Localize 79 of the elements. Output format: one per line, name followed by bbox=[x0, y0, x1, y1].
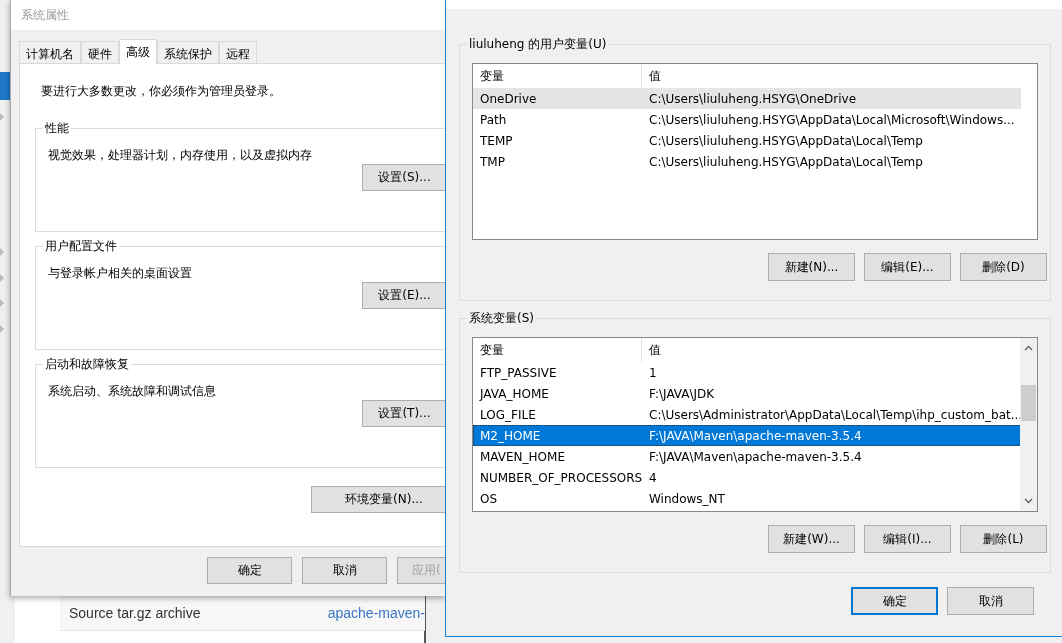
variable-button[interactable]: 新建(W)... bbox=[768, 525, 855, 553]
variable-row[interactable]: Path C:\Users\liuluheng.HSYG\AppData\Local\Microsoft\Windows... bbox=[473, 109, 1021, 130]
dialog-button[interactable]: 取消 bbox=[302, 557, 387, 584]
variable-button[interactable]: 新建(N)... bbox=[768, 253, 855, 281]
column-header[interactable]: 值 bbox=[642, 338, 1021, 362]
variable-name: LOG_FILE bbox=[479, 407, 537, 422]
group-title: liuluheng 的用户变量(U) bbox=[468, 36, 608, 53]
variable-row[interactable]: OneDrive C:\Users\liuluheng.HSYG\OneDrive bbox=[473, 88, 1021, 109]
variable-row[interactable]: JAVA_HOME F:\JAVA\JDK bbox=[473, 383, 1021, 404]
variable-button[interactable]: 编辑(E)... bbox=[864, 253, 951, 281]
tab[interactable]: 高级 bbox=[119, 39, 157, 64]
scroll-up-icon[interactable] bbox=[1024, 345, 1033, 351]
expand-arrow-icon[interactable] bbox=[0, 299, 4, 307]
variable-list[interactable] bbox=[472, 63, 1038, 240]
expand-arrow-icon[interactable] bbox=[0, 325, 4, 333]
variable-name: Path bbox=[479, 112, 508, 127]
group-title: 启动和故障恢复 bbox=[44, 356, 130, 373]
window-title: 系统属性 bbox=[21, 6, 69, 24]
variable-name: NUMBER_OF_PROCESSORS bbox=[479, 470, 642, 485]
variable-value: C:\Users\liuluheng.HSYG\AppData\Local\Temp bbox=[648, 154, 924, 169]
variable-value: 1 bbox=[648, 365, 658, 380]
variable-name: JAVA_HOME bbox=[478, 386, 550, 401]
variable-value: C:\Users\liuluheng.HSYG\AppData\Local\Temp bbox=[648, 133, 924, 148]
variable-value: Windows_NT bbox=[648, 491, 726, 506]
dialog-button[interactable]: 取消 bbox=[947, 587, 1034, 615]
scrollbar-thumb[interactable] bbox=[1021, 385, 1036, 421]
settings-button[interactable]: 设置(E)... bbox=[362, 282, 446, 309]
tab[interactable]: 计算机名 bbox=[19, 41, 81, 63]
variable-name: MAVEN_HOME bbox=[479, 449, 566, 464]
variable-name: OS bbox=[479, 491, 499, 506]
tab[interactable]: 远程 bbox=[219, 41, 257, 63]
group-description: 系统启动、系统故障和调试信息 bbox=[48, 383, 217, 400]
variable-row[interactable]: OS Windows_NT bbox=[473, 488, 1021, 509]
column-header[interactable]: 值 bbox=[642, 64, 1021, 88]
variable-value: C:\Users\liuluheng.HSYG\OneDrive bbox=[648, 91, 858, 106]
expand-arrow-icon[interactable] bbox=[0, 248, 4, 256]
variable-value: C:\Users\liuluheng.HSYG\AppData\Local\Microsoft\Windows... bbox=[648, 112, 1016, 127]
variable-row[interactable]: TEMP C:\Users\liuluheng.HSYG\AppData\Local\Temp bbox=[473, 130, 1021, 151]
variable-name: OneDrive bbox=[479, 91, 538, 106]
variable-value: F:\JAVA\JDK bbox=[648, 386, 716, 401]
variable-name: TEMP bbox=[479, 133, 514, 148]
settings-button[interactable]: 设置(T)... bbox=[362, 400, 446, 427]
dialog-button[interactable]: 确定 bbox=[851, 587, 938, 615]
sidebar-highlight bbox=[0, 72, 10, 100]
variable-button[interactable]: 删除(L) bbox=[960, 525, 1047, 553]
group-title: 用户配置文件 bbox=[44, 238, 118, 255]
tab[interactable]: 硬件 bbox=[81, 41, 119, 63]
group-title: 性能 bbox=[44, 120, 70, 137]
tab[interactable]: 系统保护 bbox=[157, 41, 219, 63]
settings-button[interactable]: 设置(S)... bbox=[362, 164, 446, 191]
variable-row[interactable]: FTP_PASSIVE 1 bbox=[473, 362, 1021, 383]
variable-value: F:\JAVA\Maven\apache-maven-3.5.4 bbox=[648, 449, 863, 464]
variable-button[interactable]: 删除(D) bbox=[960, 253, 1047, 281]
download-link[interactable]: apache-maven- bbox=[327, 605, 425, 621]
dialog-button[interactable]: 确定 bbox=[207, 557, 292, 584]
variable-value: C:\Users\Administrator\AppData\Local\Temp\ihp_custom_bat... bbox=[648, 407, 1021, 422]
variable-row[interactable]: TMP C:\Users\liuluheng.HSYG\AppData\Local\Temp bbox=[473, 151, 1021, 172]
group-title: 系统变量(S) bbox=[468, 310, 535, 327]
variable-name: TMP bbox=[479, 154, 506, 169]
expand-arrow-icon[interactable] bbox=[0, 274, 4, 282]
group-description: 视觉效果，处理器计划，内存使用，以及虚拟内存 bbox=[48, 147, 313, 164]
variable-value: 4 bbox=[648, 470, 658, 485]
row-label: Source tar.gz archive bbox=[69, 605, 201, 621]
variable-row[interactable]: LOG_FILE C:\Users\Administrator\AppData\Local\Temp\ihp_custom_bat... bbox=[473, 404, 1021, 425]
group-description: 与登录帐户相关的桌面设置 bbox=[48, 265, 193, 282]
expand-arrow-icon[interactable] bbox=[0, 113, 4, 121]
variable-value: F:\JAVA\Maven\apache-maven-3.5.4 bbox=[648, 428, 863, 443]
admin-notice: 要进行大多数更改，你必须作为管理员登录。 bbox=[41, 83, 282, 100]
variable-button[interactable]: 编辑(I)... bbox=[864, 525, 951, 553]
environment-variables-button[interactable]: 环境变量(N)... bbox=[311, 486, 446, 513]
column-header[interactable]: 变量 bbox=[473, 338, 642, 362]
variable-name: FTP_PASSIVE bbox=[479, 365, 558, 380]
variable-list[interactable] bbox=[472, 337, 1038, 512]
scrollbar[interactable] bbox=[1020, 338, 1037, 511]
variable-name: M2_HOME bbox=[479, 428, 542, 443]
variable-row[interactable]: MAVEN_HOME F:\JAVA\Maven\apache-maven-3.5.4 bbox=[473, 446, 1021, 467]
scroll-down-icon[interactable] bbox=[1024, 498, 1033, 504]
variable-row[interactable]: M2_HOME F:\JAVA\Maven\apache-maven-3.5.4 bbox=[473, 425, 1021, 446]
variable-row[interactable]: NUMBER_OF_PROCESSORS 4 bbox=[473, 467, 1021, 488]
